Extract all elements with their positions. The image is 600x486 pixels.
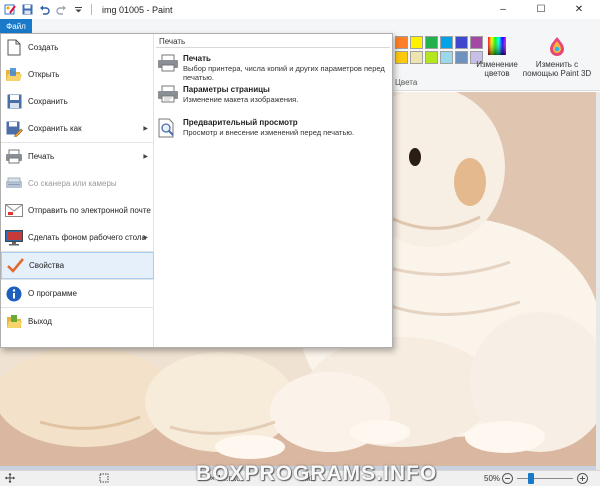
- color-swatch[interactable]: [410, 36, 423, 49]
- window-title: img 01005 - Paint: [102, 4, 173, 15]
- menu-item-label: Выход: [28, 317, 52, 326]
- submenu-item-print[interactable]: Печать Выбор принтера, числа копий и дру…: [157, 54, 389, 82]
- color-swatch[interactable]: [455, 51, 468, 64]
- color-swatch[interactable]: [455, 36, 468, 49]
- minimize-button[interactable]: –: [484, 0, 522, 19]
- title-bar: img 01005 - Paint – ☐ ✕: [0, 0, 600, 19]
- printer-icon: [157, 54, 179, 76]
- submenu-item-description: Просмотр и внесение изменений перед печа…: [183, 128, 355, 137]
- submenu-arrow-icon: ▶: [143, 154, 148, 160]
- minimize-icon: –: [500, 4, 506, 15]
- submenu-item-description: Изменение макета изображения.: [183, 95, 299, 104]
- file-menu-list: Создать Открыть Сохранить Сохранить как …: [1, 34, 154, 347]
- menu-item-label: Сделать фоном рабочего стола: [28, 233, 146, 242]
- edit-colors-label: Изменение цветов: [476, 60, 518, 78]
- maximize-button[interactable]: ☐: [522, 0, 560, 19]
- cursor-position-icon: [5, 472, 15, 485]
- submenu-item-description: Выбор принтера, числа копий и других пар…: [183, 64, 385, 82]
- vertical-scrollbar[interactable]: [596, 92, 600, 470]
- maximize-icon: ☐: [536, 4, 546, 15]
- menu-item-label: Создать: [28, 43, 59, 52]
- menu-item-exit[interactable]: Выход: [1, 308, 154, 335]
- paint-window: img 01005 - Paint – ☐ ✕ Файл Цвета Измен…: [0, 0, 600, 486]
- zoom-in-button[interactable]: [577, 473, 588, 486]
- color-swatch[interactable]: [440, 51, 453, 64]
- menu-item-label: Сохранить: [28, 97, 68, 106]
- menu-item-send-email[interactable]: Отправить по электронной почте: [1, 197, 154, 224]
- submenu-item-title: Печать: [183, 54, 211, 63]
- paint-app-icon[interactable]: [3, 3, 17, 17]
- color-swatch[interactable]: [425, 51, 438, 64]
- file-tab[interactable]: Файл: [0, 19, 32, 33]
- undo-icon[interactable]: [37, 3, 51, 17]
- menu-item-label: Открыть: [28, 70, 60, 79]
- desktop-icon: [5, 229, 23, 247]
- menu-item-label: Сохранить как: [28, 124, 82, 133]
- save-as-icon: [5, 120, 23, 138]
- save-icon[interactable]: [20, 3, 34, 17]
- close-button[interactable]: ✕: [560, 0, 598, 19]
- menu-item-from-scanner[interactable]: Со сканера или камеры: [1, 170, 154, 197]
- menu-item-new[interactable]: Создать: [1, 34, 154, 61]
- checkmark-icon: [6, 257, 24, 275]
- scanner-icon: [5, 175, 23, 193]
- submenu-item-page-setup[interactable]: Параметры страницы Изменение макета изоб…: [157, 85, 389, 107]
- submenu-item-title: Предварительный просмотр: [183, 118, 298, 127]
- open-folder-icon: [5, 66, 23, 84]
- watermark-text: BOXPROGRAMS.INFO: [196, 462, 438, 485]
- menu-item-label: О программе: [28, 289, 77, 298]
- save-icon: [5, 93, 23, 111]
- paint3d-label: Изменить с помощью Paint 3D: [522, 60, 592, 78]
- close-icon: ✕: [574, 4, 584, 15]
- info-icon: [5, 285, 23, 303]
- color-swatch[interactable]: [410, 51, 423, 64]
- menu-item-print[interactable]: Печать ▶: [1, 143, 154, 170]
- menu-item-open[interactable]: Открыть: [1, 61, 154, 88]
- menu-item-label: Печать: [28, 152, 55, 161]
- menu-item-save-as[interactable]: Сохранить как ▶: [1, 115, 154, 142]
- redo-icon[interactable]: [54, 3, 68, 17]
- printer-icon: [5, 148, 23, 166]
- paint3d-icon: [548, 36, 566, 58]
- submenu-arrow-icon: ▶: [143, 126, 148, 132]
- submenu-item-title: Параметры страницы: [183, 85, 270, 94]
- edit-colors-button[interactable]: Изменение цветов: [474, 36, 520, 78]
- color-swatch[interactable]: [395, 36, 408, 49]
- submenu-arrow-icon: ▶: [143, 235, 148, 241]
- submenu-item-print-preview[interactable]: Предварительный просмотр Просмотр и внес…: [157, 118, 389, 140]
- zoom-slider-thumb[interactable]: [528, 473, 534, 484]
- edit-with-paint3d-button[interactable]: Изменить с помощью Paint 3D: [522, 36, 592, 78]
- menu-item-set-desktop-background[interactable]: Сделать фоном рабочего стола ▶: [1, 224, 154, 251]
- customize-toolbar-icon[interactable]: [71, 3, 85, 17]
- print-preview-icon: [157, 118, 179, 140]
- exit-icon: [5, 313, 23, 331]
- menu-item-about[interactable]: О программе: [1, 280, 154, 307]
- zoom-level: 50%: [484, 474, 501, 483]
- color-swatch[interactable]: [425, 36, 438, 49]
- menu-item-label: Со сканера или камеры: [28, 179, 117, 188]
- zoom-out-button[interactable]: [502, 473, 513, 486]
- title-separator: [91, 4, 92, 15]
- color-swatch[interactable]: [395, 51, 408, 64]
- color-palette: [395, 36, 483, 64]
- menu-item-label: Свойства: [29, 261, 65, 270]
- submenu-header: Печать: [156, 37, 390, 48]
- menu-item-label: Отправить по электронной почте: [28, 206, 151, 215]
- file-menu: Создать Открыть Сохранить Сохранить как …: [0, 33, 393, 348]
- colors-group-label: Цвета: [395, 78, 418, 87]
- menu-item-save[interactable]: Сохранить: [1, 88, 154, 115]
- new-file-icon: [5, 39, 23, 57]
- selection-size-icon: [99, 473, 109, 485]
- email-icon: [5, 202, 23, 220]
- page-setup-icon: [157, 85, 179, 107]
- color-spectrum-icon: [487, 36, 507, 58]
- menu-item-properties[interactable]: Свойства: [1, 252, 154, 279]
- print-submenu: Печать Печать Выбор принтера, числа копи…: [155, 34, 392, 347]
- color-swatch[interactable]: [440, 36, 453, 49]
- zoom-slider-track[interactable]: [517, 478, 573, 479]
